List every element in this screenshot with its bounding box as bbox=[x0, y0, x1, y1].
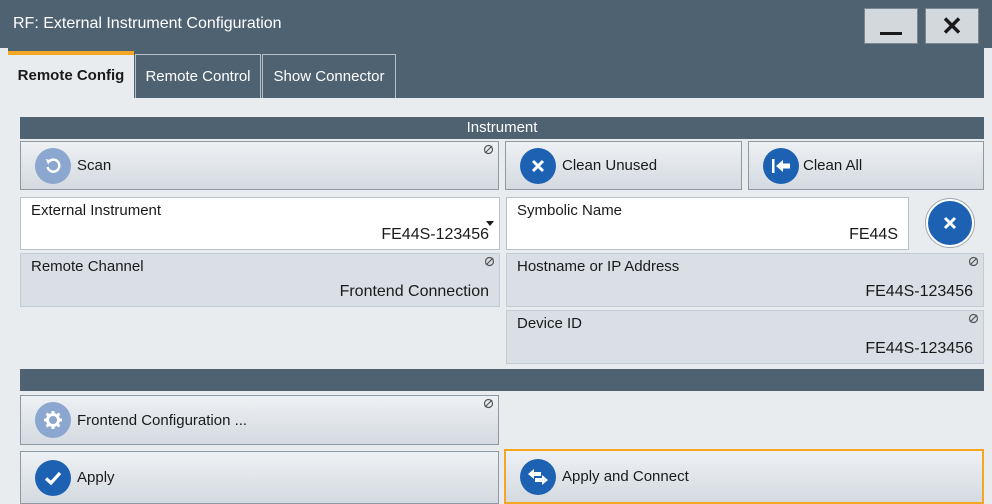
remote-channel-label: Remote Channel bbox=[31, 258, 144, 275]
remote-channel-field: Remote Channel Frontend Connection bbox=[20, 253, 500, 307]
tab-label: Remote Config bbox=[17, 67, 125, 84]
clean-all-label: Clean All bbox=[803, 157, 863, 174]
clean-unused-button[interactable]: Clean Unused bbox=[505, 141, 742, 190]
device-id-field: Device ID FE44S-123456 bbox=[506, 310, 984, 364]
frontend-configuration-label: Frontend Configuration ... bbox=[77, 411, 248, 429]
refresh-icon bbox=[35, 147, 71, 184]
minimize-button[interactable] bbox=[864, 8, 918, 44]
window-title: RF: External Instrument Configuration bbox=[13, 15, 282, 32]
symbolic-name-field[interactable]: Symbolic Name FE44S bbox=[506, 197, 909, 250]
minimize-icon bbox=[880, 32, 902, 35]
frontend-configuration-button[interactable]: Frontend Configuration ... bbox=[20, 395, 499, 445]
symbolic-name-label: Symbolic Name bbox=[517, 202, 623, 219]
link-icon bbox=[968, 256, 979, 267]
tab-remote-control[interactable]: Remote Control bbox=[135, 54, 261, 98]
external-instrument-label: External Instrument bbox=[31, 202, 162, 219]
device-id-value: FE44S-123456 bbox=[865, 340, 973, 357]
connect-arrows-icon bbox=[520, 458, 556, 495]
link-icon bbox=[968, 313, 979, 324]
scan-button[interactable]: Scan bbox=[20, 141, 499, 190]
apply-and-connect-label: Apply and Connect bbox=[562, 468, 689, 485]
device-id-label: Device ID bbox=[517, 315, 583, 332]
gear-icon bbox=[35, 402, 71, 438]
tab-label: Remote Control bbox=[145, 68, 251, 85]
tab-label: Show Connector bbox=[273, 68, 385, 85]
apply-label: Apply bbox=[77, 469, 115, 486]
clear-symbolic-name-button[interactable] bbox=[926, 199, 974, 247]
clean-unused-label: Clean Unused bbox=[562, 157, 658, 174]
link-icon bbox=[484, 256, 495, 267]
apply-button[interactable]: Apply bbox=[20, 451, 499, 504]
close-circle-icon bbox=[943, 216, 957, 230]
tab-remote-config[interactable]: Remote Config bbox=[8, 51, 134, 98]
close-circle-icon bbox=[520, 147, 556, 184]
hostname-label: Hostname or IP Address bbox=[517, 258, 680, 275]
checkmark-icon bbox=[35, 459, 71, 496]
scan-label: Scan bbox=[77, 157, 112, 174]
clean-all-button[interactable]: Clean All bbox=[748, 141, 984, 190]
section-divider bbox=[20, 369, 984, 391]
hostname-field: Hostname or IP Address FE44S-123456 bbox=[506, 253, 984, 307]
section-header-instrument: Instrument bbox=[20, 117, 984, 139]
hostname-value: FE44S-123456 bbox=[865, 283, 973, 300]
close-icon: ✕ bbox=[941, 11, 963, 41]
tab-show-connector[interactable]: Show Connector bbox=[262, 54, 396, 98]
link-icon bbox=[483, 398, 494, 409]
external-instrument-value: FE44S-123456 bbox=[381, 226, 489, 243]
link-icon bbox=[483, 144, 494, 155]
symbolic-name-value: FE44S bbox=[849, 226, 898, 243]
remote-channel-value: Frontend Connection bbox=[339, 283, 489, 300]
close-button[interactable]: ✕ bbox=[925, 8, 979, 44]
external-instrument-dropdown[interactable]: External Instrument FE44S-123456 bbox=[20, 197, 500, 250]
apply-and-connect-button[interactable]: Apply and Connect bbox=[504, 449, 984, 504]
clear-all-icon bbox=[763, 147, 799, 184]
